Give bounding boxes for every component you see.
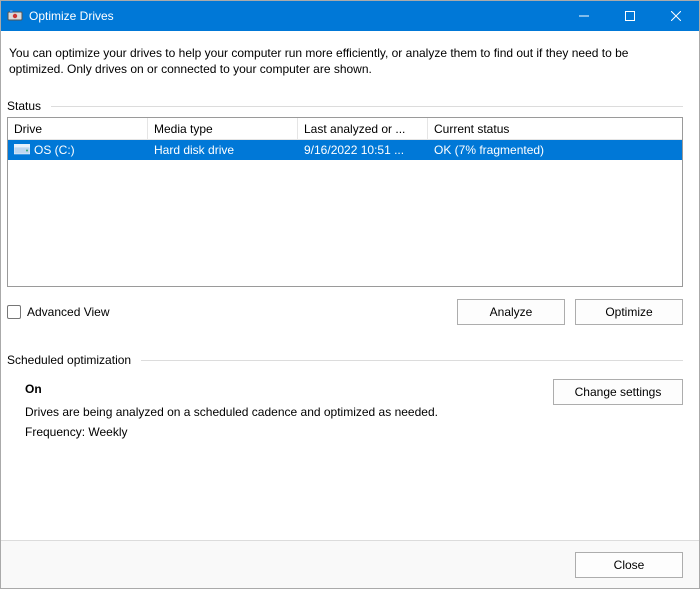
drive-status: OK (7% fragmented) [428, 140, 682, 160]
app-icon [7, 8, 23, 24]
scheduled-label-text: Scheduled optimization [7, 353, 131, 367]
maximize-button[interactable] [607, 1, 653, 31]
hdd-icon [14, 144, 30, 156]
footer-bar: Close [1, 540, 699, 588]
analyze-button[interactable]: Analyze [457, 299, 565, 325]
window-title: Optimize Drives [29, 9, 114, 23]
col-header-last[interactable]: Last analyzed or ... [298, 118, 428, 139]
scheduled-section-label: Scheduled optimization [7, 353, 683, 367]
close-button[interactable]: Close [575, 552, 683, 578]
advanced-view-label: Advanced View [27, 305, 110, 319]
intro-text: You can optimize your drives to help you… [9, 45, 683, 77]
close-window-button[interactable] [653, 1, 699, 31]
scheduled-state: On [25, 379, 553, 399]
optimize-button[interactable]: Optimize [575, 299, 683, 325]
drives-list[interactable]: Drive Media type Last analyzed or ... Cu… [7, 117, 683, 287]
drive-row[interactable]: OS (C:) Hard disk drive 9/16/2022 10:51 … [8, 140, 682, 160]
checkbox-box [7, 305, 21, 319]
drives-list-header: Drive Media type Last analyzed or ... Cu… [8, 118, 682, 140]
divider [141, 360, 683, 361]
scheduled-desc: Drives are being analyzed on a scheduled… [25, 402, 553, 422]
advanced-view-checkbox[interactable]: Advanced View [7, 305, 110, 319]
scheduled-frequency: Frequency: Weekly [25, 422, 553, 442]
titlebar[interactable]: Optimize Drives [1, 1, 699, 31]
drive-media: Hard disk drive [148, 140, 298, 160]
drive-name: OS (C:) [34, 143, 75, 157]
col-header-media[interactable]: Media type [148, 118, 298, 139]
status-label-text: Status [7, 99, 41, 113]
divider [51, 106, 683, 107]
col-header-drive[interactable]: Drive [8, 118, 148, 139]
minimize-button[interactable] [561, 1, 607, 31]
change-settings-button[interactable]: Change settings [553, 379, 683, 405]
col-header-status[interactable]: Current status [428, 118, 682, 139]
status-section-label: Status [7, 99, 683, 113]
drive-last: 9/16/2022 10:51 ... [298, 140, 428, 160]
